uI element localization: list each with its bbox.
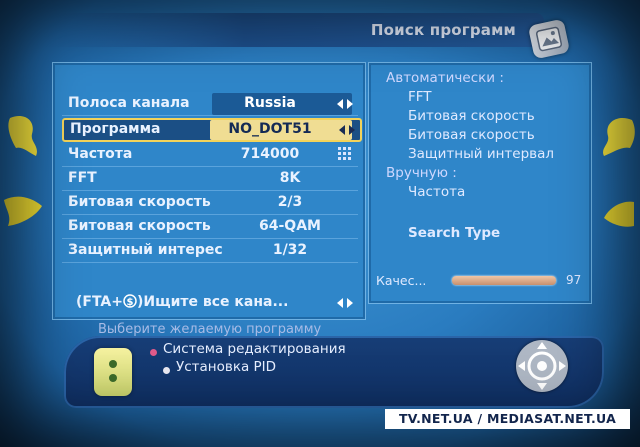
frequency-row[interactable]: Частота 714000 (62, 144, 358, 167)
remote-dpad-icon (516, 340, 568, 392)
left-right-arrows-icon[interactable] (336, 296, 354, 310)
row-label: Защитный интерес (68, 242, 223, 258)
option-edit-system[interactable]: Система редактирования (163, 341, 346, 357)
option-pid-setup[interactable]: Установка PID (176, 359, 276, 375)
row-value: Russia (244, 95, 296, 111)
row-value: NO_DOT51 (228, 121, 312, 137)
auto-item: Защитный интервал (408, 146, 555, 162)
info-icon (94, 348, 132, 396)
left-right-arrows-icon[interactable] (338, 123, 356, 137)
modulation-row[interactable]: Битовая скорость 64-QAM (62, 216, 358, 239)
search-type-label: Search Type (408, 225, 501, 241)
bullet-icon (150, 349, 157, 356)
row-value: 64-QAM (259, 218, 321, 234)
row-value: 8K (279, 170, 301, 186)
yellow-swoosh-left-icon (8, 115, 37, 156)
watermark: TV.NET.UA / MEDIASAT.NET.UA (385, 409, 630, 429)
quality-bar (452, 276, 556, 285)
tv-screen: Поиск программ Полоса канала Russia Прог… (0, 0, 640, 447)
bullet-icon (163, 367, 170, 374)
row-label: Частота (68, 146, 133, 162)
left-right-arrows-icon[interactable] (336, 97, 354, 111)
info-dot (109, 360, 117, 368)
auto-header: Автоматически : (386, 70, 504, 86)
quality-label: Качес... (376, 273, 427, 288)
manual-item: Частота (408, 184, 466, 200)
hint-text: Выберите желаемую программу (98, 322, 322, 337)
guard-interval-row[interactable]: Защитный интерес 1/32 (62, 240, 358, 263)
yellow-swoosh-right-bottom-icon (604, 201, 634, 227)
program-row[interactable]: Программа NO_DOT51 (62, 118, 362, 142)
search-all-label: (FTA+ $)Ищите все кана... (76, 294, 288, 310)
page-title: Поиск программ (370, 21, 516, 39)
auto-item: Битовая скорость (408, 108, 535, 124)
row-label: Программа (70, 121, 161, 137)
row-label: Битовая скорость (68, 218, 211, 234)
row-value: 714000 (240, 146, 300, 162)
dollar-coin-icon: $ (123, 294, 137, 308)
quality-value: 97 (566, 273, 582, 287)
row-label: Полоса канала (68, 95, 190, 111)
auto-item: Битовая скорость (408, 127, 535, 143)
photo-icon (527, 18, 571, 60)
yellow-swoosh-left-bottom-icon (4, 196, 42, 226)
title-bar: Поиск программ (44, 13, 544, 47)
search-all-prefix: (FTA+ (76, 294, 123, 310)
info-dot (109, 374, 117, 382)
row-value: 2/3 (277, 194, 303, 210)
manual-header: Вручную : (386, 165, 457, 181)
row-label: FFT (68, 170, 97, 186)
svg-text:$: $ (127, 297, 134, 308)
row-label: Битовая скорость (68, 194, 211, 210)
auto-item: FFT (408, 89, 432, 105)
search-all-channels-row[interactable]: (FTA+ $)Ищите все кана... (62, 292, 358, 314)
code-rate-row[interactable]: Битовая скорость 2/3 (62, 192, 358, 215)
channel-band-row[interactable]: Полоса канала Russia (62, 93, 358, 116)
yellow-swoosh-right-icon (603, 117, 635, 156)
row-value: 1/32 (272, 242, 308, 258)
keypad-icon (338, 147, 351, 160)
fft-row[interactable]: FFT 8K (62, 168, 358, 191)
search-all-suffix: )Ищите все кана... (137, 294, 289, 310)
search-info-panel (368, 62, 592, 304)
